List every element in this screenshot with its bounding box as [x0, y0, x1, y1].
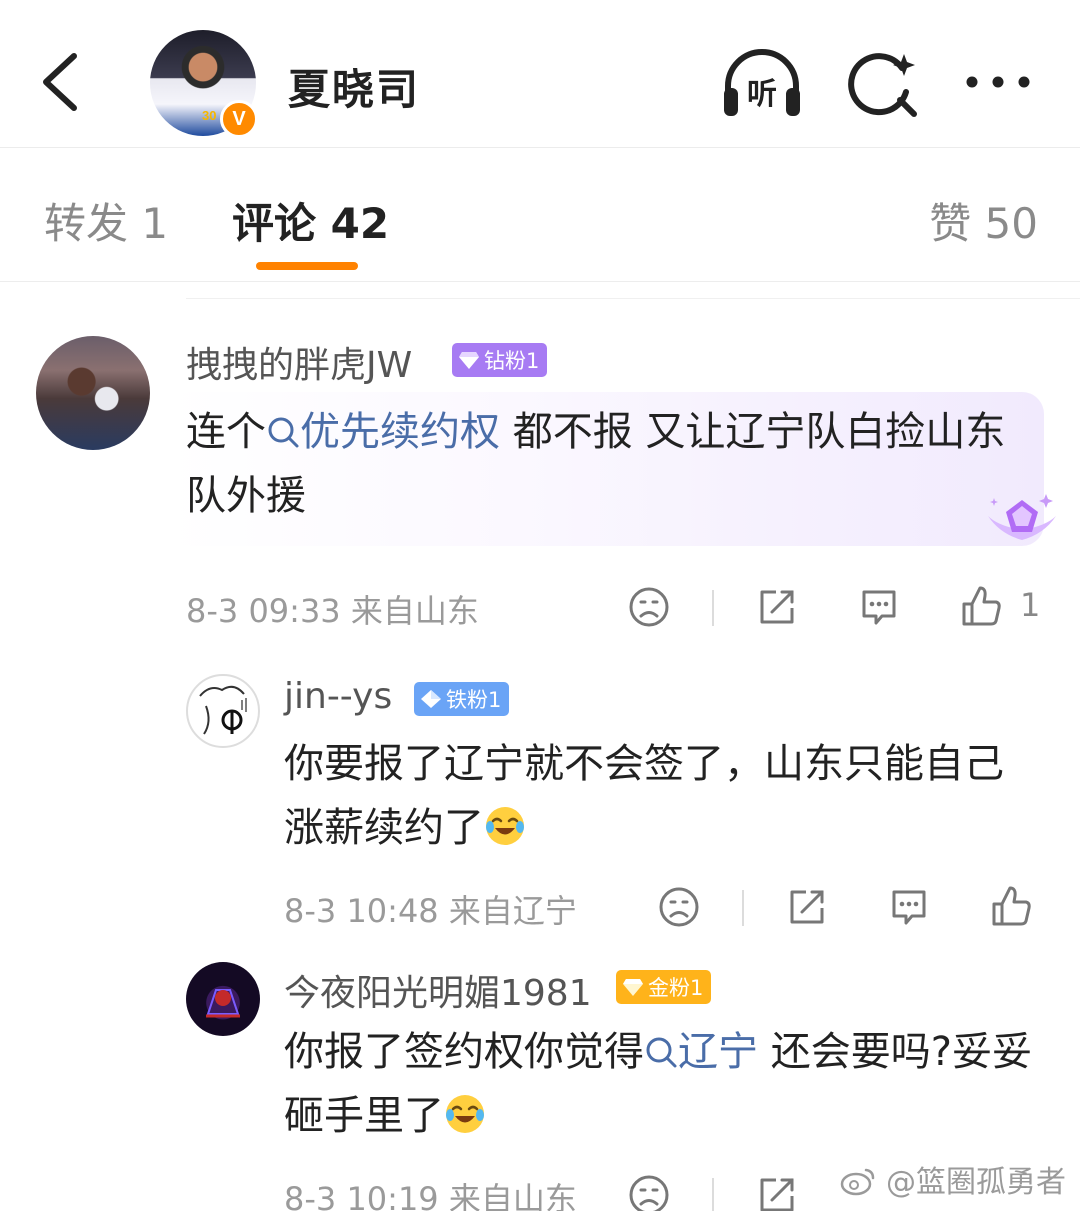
fan-badge: 钻粉1	[452, 343, 548, 377]
comment-time: 8-3 09:33	[186, 592, 341, 630]
iron-fan-icon	[421, 690, 441, 708]
search-button[interactable]	[846, 46, 922, 122]
commenter-avatar[interactable]	[186, 962, 260, 1036]
comment-location: 来自辽宁	[448, 892, 577, 930]
comment-text-part: 你报了签约权你觉得	[284, 1029, 644, 1075]
comment-text: 你报了签约权你觉得 辽宁 还会要吗?妥妥砸手里了	[284, 1020, 1054, 1148]
fan-badge: 金粉1	[616, 970, 712, 1004]
comment-username[interactable]: jin--ys	[284, 676, 392, 717]
comment-meta: 8-3 10:48 来自辽宁	[284, 886, 577, 932]
back-button[interactable]	[36, 50, 86, 114]
comment-time: 8-3 10:19	[284, 1180, 439, 1211]
search-small-icon	[646, 1037, 677, 1068]
tab-comments[interactable]: 评论 42	[232, 190, 389, 251]
weibo-logo-icon	[841, 1168, 875, 1196]
more-dots-icon	[966, 76, 1030, 88]
more-button[interactable]	[962, 62, 1034, 102]
top-bar: 30 V 夏晓司 听	[0, 0, 1080, 148]
tab-likes[interactable]: 赞 50	[929, 190, 1038, 251]
watermark-text: @篮圈孤勇者	[886, 1165, 1066, 1200]
share-icon[interactable]	[756, 1174, 798, 1211]
verified-badge: V	[220, 100, 258, 138]
comment-username[interactable]: 拽拽的胖虎JW	[186, 336, 412, 388]
search-icon	[848, 53, 917, 117]
gold-fan-icon	[623, 979, 643, 996]
dislike-face-icon[interactable]	[628, 1174, 670, 1211]
action-separator	[712, 590, 714, 626]
active-tab-indicator	[256, 262, 358, 270]
share-icon[interactable]	[786, 886, 828, 928]
spiderman-avatar-icon	[206, 989, 240, 1018]
diamond-icon	[459, 352, 479, 369]
jersey-number: 30	[202, 108, 217, 123]
search-small-icon	[268, 417, 299, 448]
topic-link[interactable]: 辽宁	[644, 1029, 758, 1075]
comment-username[interactable]: 今夜阳光明媚1981	[284, 964, 592, 1016]
share-icon[interactable]	[756, 586, 798, 628]
action-separator	[742, 890, 744, 926]
tab-reposts[interactable]: 转发 1	[44, 190, 168, 251]
comment-meta: 8-3 09:33 来自山东	[186, 586, 479, 632]
listen-button[interactable]: 听	[718, 46, 806, 122]
comment-time: 8-3 10:48	[284, 892, 439, 930]
thumbs-up-icon[interactable]	[960, 584, 1002, 628]
chevron-left-icon	[43, 53, 77, 111]
laugh-cry-emoji-icon	[486, 807, 524, 845]
divider	[186, 298, 1080, 299]
fan-badge: 铁粉1	[414, 682, 510, 716]
listen-label: 听	[747, 77, 777, 112]
comment-text: 连个 优先续约权 都不报 又让辽宁队白捡山东队外援	[186, 400, 1016, 528]
topic-link-label: 优先续约权	[300, 409, 500, 455]
like-count: 1	[1020, 586, 1041, 624]
comment-icon[interactable]	[888, 886, 930, 928]
fan-badge-label: 金粉1	[648, 976, 704, 1000]
thumbs-up-icon[interactable]	[990, 884, 1032, 928]
tab-bar: 转发 1 评论 42 赞 50	[0, 150, 1080, 282]
action-separator	[712, 1178, 714, 1211]
fan-badge-label: 铁粉1	[446, 688, 502, 712]
topic-link[interactable]: 优先续约权	[266, 409, 500, 455]
comment-meta: 8-3 10:19 来自山东	[284, 1174, 577, 1211]
dislike-face-icon[interactable]	[658, 886, 700, 928]
fan-badge-label: 钻粉1	[484, 349, 540, 373]
laugh-cry-emoji-icon	[446, 1095, 484, 1133]
watermark: @篮圈孤勇者	[840, 1157, 1066, 1201]
ink-avatar-icon	[199, 685, 247, 735]
commenter-avatar[interactable]	[186, 674, 260, 748]
comment-location: 来自山东	[448, 1180, 577, 1211]
comment-text-part: 连个	[186, 409, 266, 455]
page-title: 夏晓司	[288, 65, 421, 114]
topic-link-label: 辽宁	[678, 1029, 758, 1075]
headphones-icon: 听	[724, 49, 800, 116]
comment-text: 你要报了辽宁就不会签了，山东只能自己涨薪续约了	[284, 732, 1024, 860]
comment-text-part: 你要报了辽宁就不会签了，山东只能自己涨薪续约了	[284, 741, 1004, 851]
commenter-avatar[interactable]	[36, 336, 150, 450]
comment-location: 来自山东	[350, 592, 479, 630]
comment-icon[interactable]	[858, 586, 900, 628]
dislike-face-icon[interactable]	[628, 586, 670, 628]
